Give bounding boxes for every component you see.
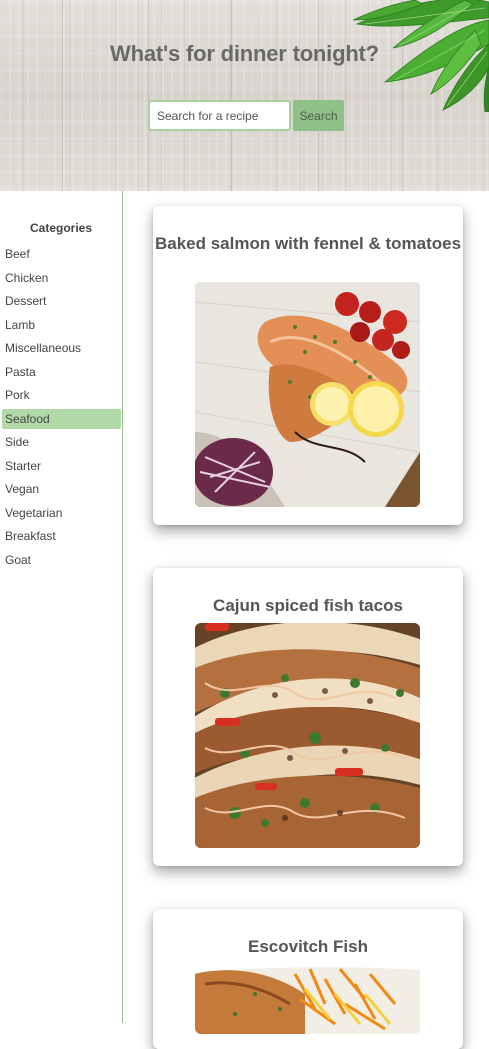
category-item-goat[interactable]: Goat xyxy=(2,550,121,570)
category-item-vegan[interactable]: Vegan xyxy=(2,479,121,499)
category-item-dessert[interactable]: Dessert xyxy=(2,291,121,311)
wood-plank-seam xyxy=(231,0,232,191)
category-item-seafood[interactable]: Seafood xyxy=(2,408,121,429)
category-list: Beef Chicken Dessert Lamb Miscellaneous … xyxy=(2,244,121,573)
category-item-lamb[interactable]: Lamb xyxy=(2,315,121,335)
category-sidebar: Categories Beef Chicken Dessert Lamb Mis… xyxy=(0,191,123,1023)
wood-plank-seam xyxy=(318,0,319,191)
category-item-beef[interactable]: Beef xyxy=(2,244,121,264)
hero-header: What's for dinner tonight? Search xyxy=(0,0,489,191)
fish-tacos-photo[interactable] xyxy=(195,623,420,848)
category-item-breakfast[interactable]: Breakfast xyxy=(2,526,121,546)
category-item-vegetarian[interactable]: Vegetarian xyxy=(2,503,121,523)
category-item-chicken[interactable]: Chicken xyxy=(2,268,121,288)
page-title: What's for dinner tonight? xyxy=(110,41,379,66)
recipe-title: Cajun spiced fish tacos xyxy=(213,596,403,615)
search-input[interactable] xyxy=(148,100,291,131)
recipe-title: Baked salmon with fennel & tomatoes xyxy=(154,234,462,253)
categories-heading: Categories xyxy=(29,221,93,235)
category-item-starter[interactable]: Starter xyxy=(2,456,121,476)
wood-plank-seam xyxy=(148,0,149,191)
category-item-pork[interactable]: Pork xyxy=(2,385,121,405)
recipe-card[interactable]: Escovitch Fish xyxy=(153,909,463,1049)
category-item-side[interactable]: Side xyxy=(2,432,121,452)
search-button[interactable]: Search xyxy=(293,100,344,131)
recipe-card[interactable]: Baked salmon with fennel & tomatoes xyxy=(153,206,463,525)
category-item-miscellaneous[interactable]: Miscellaneous xyxy=(2,338,121,358)
category-item-pasta[interactable]: Pasta xyxy=(2,362,121,382)
recipe-card[interactable]: Cajun spiced fish tacos xyxy=(153,568,463,866)
escovitch-fish-photo[interactable] xyxy=(195,964,420,1034)
recipe-title: Escovitch Fish xyxy=(248,937,368,956)
wood-plank-seam xyxy=(62,0,63,191)
baked-salmon-photo[interactable] xyxy=(195,282,420,507)
